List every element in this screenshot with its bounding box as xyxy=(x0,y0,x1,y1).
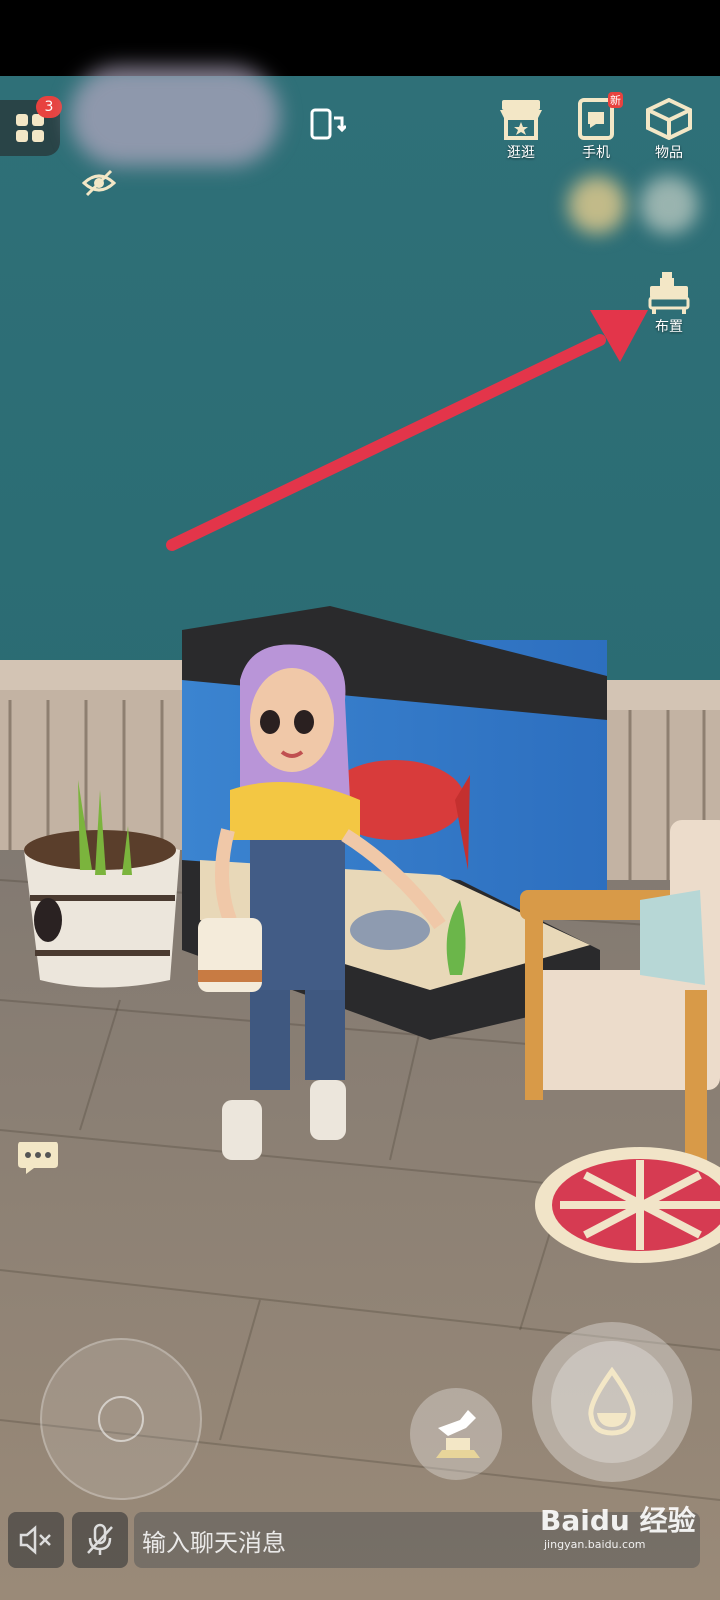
eye-off-icon xyxy=(81,169,117,197)
watermark-brand: Baidu xyxy=(540,1504,630,1537)
shop-button[interactable]: 逛逛 xyxy=(498,98,544,162)
watermark-url: jingyan.baidu.com xyxy=(544,1538,646,1551)
decorate-button[interactable]: 布置 xyxy=(648,270,690,336)
main-action-button[interactable] xyxy=(532,1322,692,1482)
shop-label: 逛逛 xyxy=(507,145,535,161)
box-icon xyxy=(646,98,692,140)
main-action-inner xyxy=(551,1341,673,1463)
new-tag: 新 xyxy=(608,92,623,108)
movement-joystick[interactable] xyxy=(40,1338,202,1500)
chat-bubble-icon xyxy=(18,1142,58,1174)
shop-icon xyxy=(500,100,542,140)
furniture-icon xyxy=(648,272,690,314)
items-label: 物品 xyxy=(655,145,683,161)
rotate-screen-icon xyxy=(310,108,348,140)
joystick-knob[interactable] xyxy=(98,1396,144,1442)
water-drop-icon xyxy=(588,1367,636,1436)
phone-label: 手机 xyxy=(582,145,610,161)
mute-button[interactable] xyxy=(8,1512,64,1568)
blurred-activity-icon[interactable] xyxy=(640,176,698,234)
speaker-muted-icon xyxy=(19,1525,51,1555)
mic-button[interactable] xyxy=(72,1512,128,1568)
blurred-event-icon[interactable] xyxy=(568,176,626,234)
status-bar-area xyxy=(0,0,720,76)
items-button[interactable]: 物品 xyxy=(646,98,692,162)
baidu-jingyan-watermark: Baidu 经验 jingyan.baidu.com xyxy=(540,1500,710,1590)
phone-button[interactable]: 手机 新 xyxy=(576,92,623,162)
chat-toggle-button[interactable] xyxy=(16,1140,60,1180)
watering-action-button[interactable] xyxy=(410,1388,502,1480)
watermark-brand-cn: 经验 xyxy=(639,1504,696,1537)
blurred-player-profile[interactable] xyxy=(70,66,280,166)
decorate-label: 布置 xyxy=(655,319,683,335)
visibility-toggle[interactable] xyxy=(81,168,117,202)
watering-can-icon xyxy=(436,1410,480,1458)
menu-button[interactable]: 3 xyxy=(0,96,62,156)
notification-badge: 3 xyxy=(36,96,62,118)
mic-off-icon xyxy=(87,1523,113,1555)
rotate-screen-button[interactable] xyxy=(310,108,348,146)
